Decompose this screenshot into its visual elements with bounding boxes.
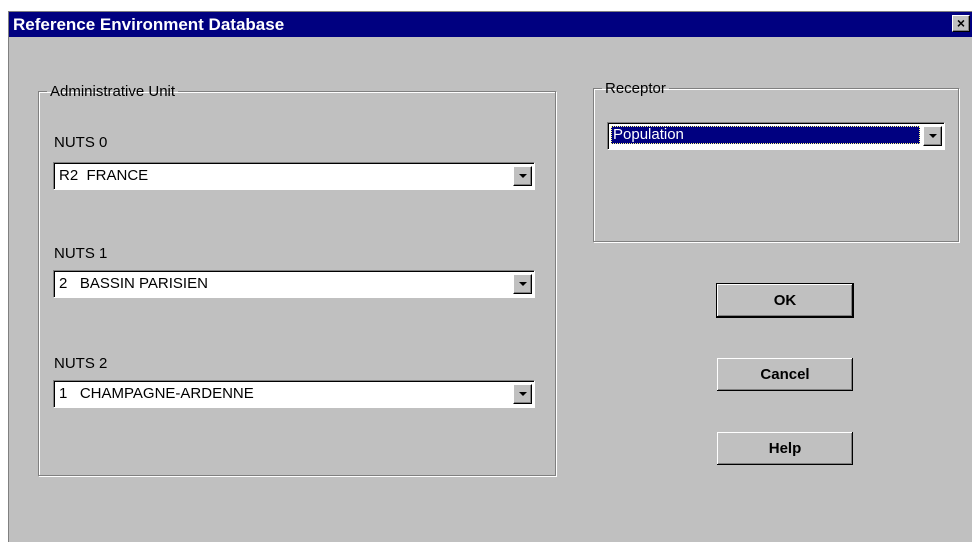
nuts0-value: R2 FRANCE [59,167,149,184]
nuts1-dropdown[interactable]: 2 BASSIN PARISIEN [53,270,535,298]
nuts2-label: NUTS 2 [54,355,108,372]
dialog-window: Reference Environment Database × Adminis… [8,11,972,542]
help-button[interactable]: Help [717,432,853,465]
receptor-dropdown[interactable]: Population [607,122,945,150]
nuts0-label: NUTS 0 [54,134,108,151]
window-title: Reference Environment Database [13,15,285,34]
receptor-group: Receptor [593,80,959,242]
close-button[interactable]: × [952,15,970,32]
nuts0-dropdown[interactable]: R2 FRANCE [53,162,535,190]
nuts1-label: NUTS 1 [54,245,108,262]
receptor-legend: Receptor [605,80,666,97]
nuts2-dropdown-arrow[interactable] [513,384,532,404]
nuts1-dropdown-arrow[interactable] [513,274,532,294]
receptor-dropdown-arrow[interactable] [923,126,942,146]
chevron-down-icon [519,392,527,396]
chevron-down-icon [929,134,937,138]
cancel-button[interactable]: Cancel [717,358,853,391]
title-bar[interactable]: Reference Environment Database × [9,12,972,37]
nuts1-value: 2 BASSIN PARISIEN [59,275,208,292]
close-icon: × [956,15,966,31]
administrative-unit-legend: Administrative Unit [50,83,176,100]
chevron-down-icon [519,282,527,286]
ok-button[interactable]: OK [716,283,854,318]
nuts2-value: 1 CHAMPAGNE-ARDENNE [59,385,254,402]
nuts0-dropdown-arrow[interactable] [513,166,532,186]
nuts2-dropdown[interactable]: 1 CHAMPAGNE-ARDENNE [53,380,535,408]
chevron-down-icon [519,174,527,178]
receptor-value: Population [611,126,920,144]
